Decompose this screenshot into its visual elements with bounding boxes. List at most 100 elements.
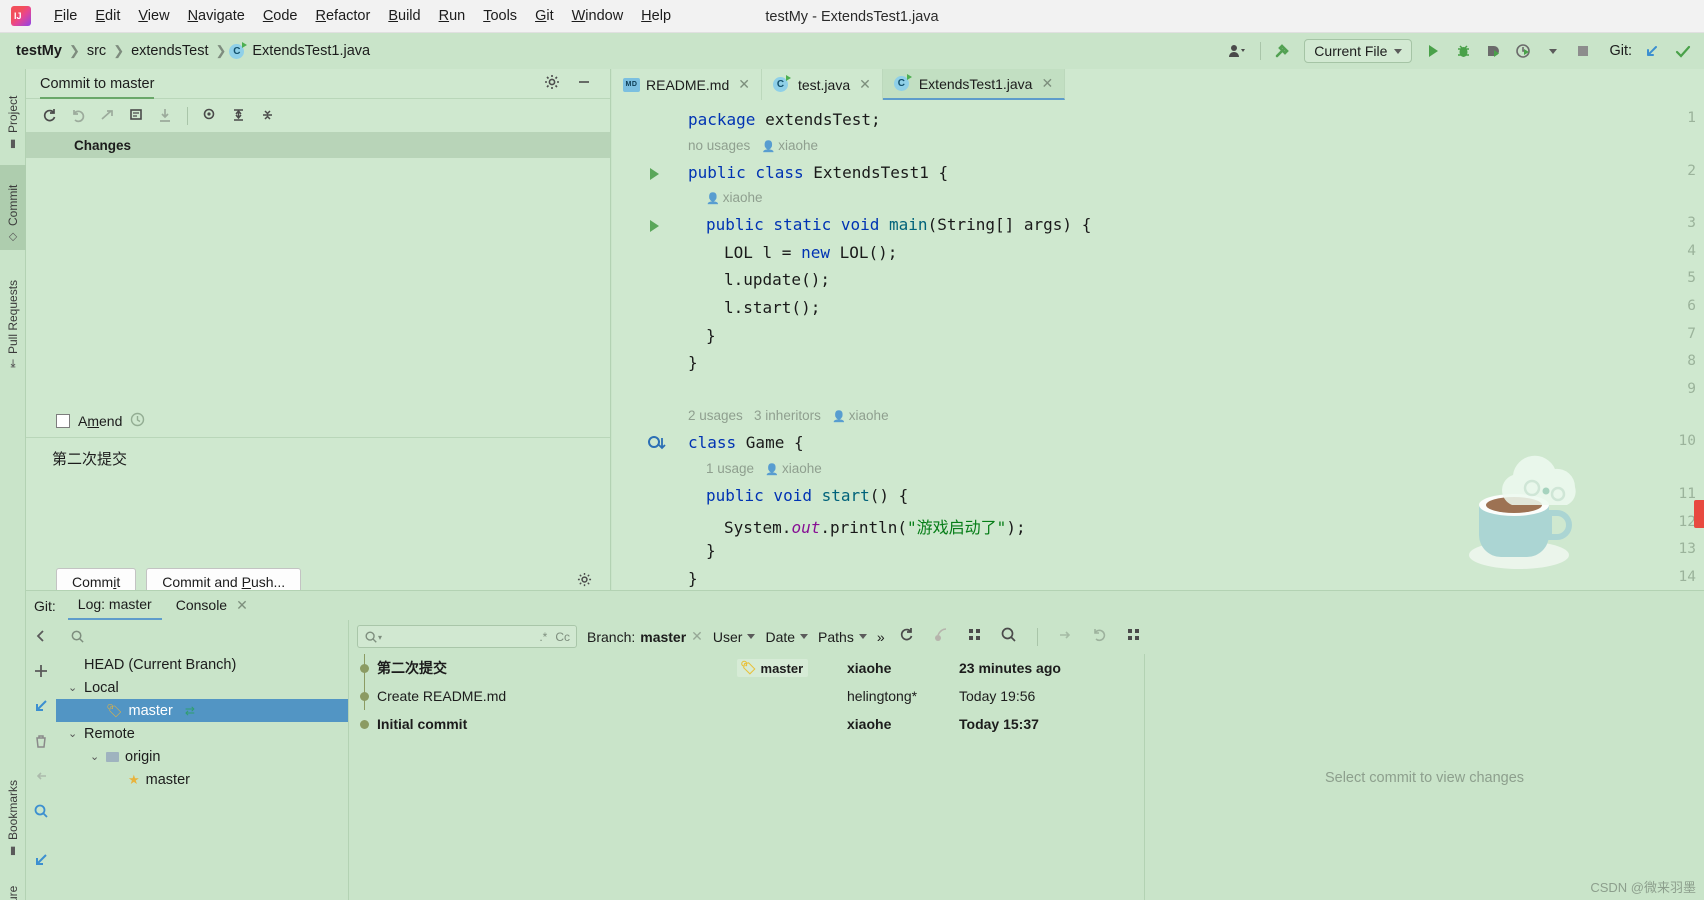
run-gutter-icon[interactable] — [650, 220, 659, 233]
breadcrumb-project[interactable]: testMy — [12, 43, 66, 59]
code-editor[interactable]: 1 package extendsTest; no usages xiaohe 2 pu… — [612, 100, 1704, 590]
code-line[interactable]: package extendsTest; — [688, 110, 881, 129]
branch-local-master[interactable]: 🏷 master ⇄ — [56, 699, 348, 722]
case-sensitive-toggle[interactable]: Cc — [555, 630, 570, 644]
download-icon[interactable] — [152, 103, 179, 128]
error-stripe-marker[interactable] — [1694, 500, 1704, 528]
menu-item-view[interactable]: View — [129, 5, 178, 27]
stop-icon[interactable] — [1569, 38, 1597, 64]
menu-item-refactor[interactable]: Refactor — [307, 5, 380, 27]
code-line[interactable]: } — [706, 326, 716, 345]
regex-toggle[interactable]: .* — [539, 630, 547, 644]
run-gutter-icon[interactable] — [650, 167, 659, 180]
changes-section-header[interactable]: Changes — [26, 132, 610, 158]
breadcrumb-package[interactable]: extendsTest — [127, 43, 212, 59]
branch-search-input[interactable] — [56, 620, 348, 653]
chevron-down-icon[interactable]: ⌄ — [68, 727, 78, 740]
commit-history-clock-icon[interactable] — [130, 412, 145, 430]
collapse-panel-icon[interactable] — [33, 628, 49, 649]
search-branches-icon[interactable] — [33, 803, 49, 824]
code-line[interactable]: } — [688, 353, 698, 372]
profiler-dropdown-icon[interactable] — [1539, 38, 1567, 64]
run-icon[interactable] — [1419, 38, 1447, 64]
tab-console[interactable]: Console ✕ — [166, 591, 258, 620]
sidebar-item-pull-requests[interactable]: ⇤ Pull Requests — [0, 259, 26, 374]
run-configuration-selector[interactable]: Current File — [1304, 39, 1413, 63]
filter-date[interactable]: Date — [765, 629, 809, 645]
branch-group-local[interactable]: ⌄ Local — [56, 676, 348, 699]
profiler-icon[interactable] — [1509, 38, 1537, 64]
close-icon[interactable]: ✕ — [1041, 75, 1053, 92]
columns-icon[interactable] — [1122, 626, 1146, 648]
settings-icon[interactable] — [33, 852, 49, 873]
inlay-hint[interactable]: no usages xiaohe — [688, 138, 818, 153]
breadcrumb-file[interactable]: ExtendsTest1.java — [248, 43, 374, 59]
preview-diff-icon[interactable] — [196, 103, 223, 128]
delete-branch-icon[interactable] — [33, 733, 49, 754]
code-line[interactable]: System.out.println("游戏启动了"); — [724, 514, 1026, 538]
merge-branch-icon[interactable] — [33, 768, 49, 789]
menu-item-navigate[interactable]: Navigate — [179, 5, 254, 27]
implemented-method-gutter-icon[interactable] — [648, 436, 668, 457]
changed-files-list[interactable] — [26, 158, 610, 404]
code-line[interactable]: class Game { — [688, 433, 804, 452]
show-branches-icon[interactable] — [963, 626, 987, 648]
filter-overflow[interactable]: » — [877, 629, 885, 645]
menu-item-tools[interactable]: Tools — [474, 5, 526, 27]
gear-icon[interactable] — [544, 74, 560, 95]
chevron-down-icon[interactable]: ⌄ — [68, 681, 78, 694]
ref-tag[interactable]: 🏷 master — [737, 659, 809, 677]
rollback-icon[interactable] — [65, 103, 92, 128]
code-line[interactable]: public void start() { — [706, 486, 908, 505]
menu-item-git[interactable]: Git — [526, 5, 563, 27]
filter-user[interactable]: User — [713, 629, 756, 645]
update-project-icon[interactable] — [1638, 38, 1666, 64]
code-line[interactable]: l.update(); — [724, 270, 830, 289]
close-icon[interactable]: ✕ — [738, 76, 750, 93]
close-icon[interactable]: ✕ — [691, 628, 703, 645]
undo-icon[interactable] — [1088, 626, 1112, 648]
code-line[interactable]: public static void main(String[] args) { — [706, 215, 1091, 234]
menu-item-run[interactable]: Run — [430, 5, 475, 27]
branch-group-remote[interactable]: ⌄ Remote — [56, 722, 348, 745]
inlay-hint[interactable]: 2 usages 3 inheritors xiaohe — [688, 408, 889, 423]
move-to-changelist-icon[interactable] — [94, 103, 121, 128]
editor-tab-extendstest1-java[interactable]: C ExtendsTest1.java ✕ — [882, 69, 1066, 100]
commit-options-gear-icon[interactable] — [577, 572, 592, 592]
sidebar-item-project[interactable]: ▮ Project — [0, 75, 26, 157]
chevron-down-icon[interactable]: ⌄ — [90, 750, 100, 763]
menu-item-file[interactable]: File — [45, 5, 86, 27]
expand-all-icon[interactable] — [225, 103, 252, 128]
editor-gutter[interactable] — [612, 100, 680, 590]
run-coverage-icon[interactable] — [1479, 38, 1507, 64]
code-line[interactable]: LOL l = new LOL(); — [724, 243, 897, 262]
inlay-hint[interactable]: xiaohe — [706, 190, 763, 205]
tab-log-master[interactable]: Log: master — [67, 591, 162, 620]
minimize-icon[interactable] — [576, 74, 592, 95]
cherry-pick-icon[interactable] — [929, 626, 953, 648]
close-icon[interactable]: ✕ — [236, 597, 248, 614]
branch-tree-rows[interactable]: HEAD (Current Branch) ⌄ Local 🏷 master ⇄ ⌄ Remo… — [56, 653, 348, 791]
commit-check-icon[interactable] — [1668, 38, 1696, 64]
menu-item-code[interactable]: Code — [254, 5, 307, 27]
filter-branch[interactable]: Branch: master ✕ — [587, 628, 703, 645]
hammer-build-icon[interactable] — [1269, 38, 1297, 64]
menu-item-help[interactable]: Help — [632, 5, 680, 27]
log-search-input[interactable]: ▾ .* Cc — [357, 625, 577, 648]
breadcrumb-src[interactable]: src — [83, 43, 110, 59]
editor-tab-test-java[interactable]: Ctest.java ✕ — [762, 69, 883, 100]
collapse-all-icon[interactable] — [254, 103, 281, 128]
refresh-icon[interactable] — [36, 103, 63, 128]
close-icon[interactable]: ✕ — [859, 76, 871, 93]
debug-icon[interactable] — [1449, 38, 1477, 64]
filter-paths[interactable]: Paths — [818, 629, 867, 645]
show-diff-icon[interactable] — [123, 103, 150, 128]
user-dropdown-icon[interactable] — [1224, 38, 1252, 64]
inlay-hint[interactable]: 1 usage xiaohe — [706, 461, 822, 476]
branch-remote-origin[interactable]: ⌄ origin — [56, 745, 348, 768]
sidebar-item-commit[interactable]: ◇ Commit — [0, 165, 26, 250]
commit-message-input[interactable]: 第二次提交 — [26, 438, 610, 568]
code-line[interactable]: } — [706, 541, 716, 560]
sidebar-item-bookmarks[interactable]: ▮ Bookmarks — [0, 759, 26, 864]
add-branch-icon[interactable] — [33, 663, 49, 684]
